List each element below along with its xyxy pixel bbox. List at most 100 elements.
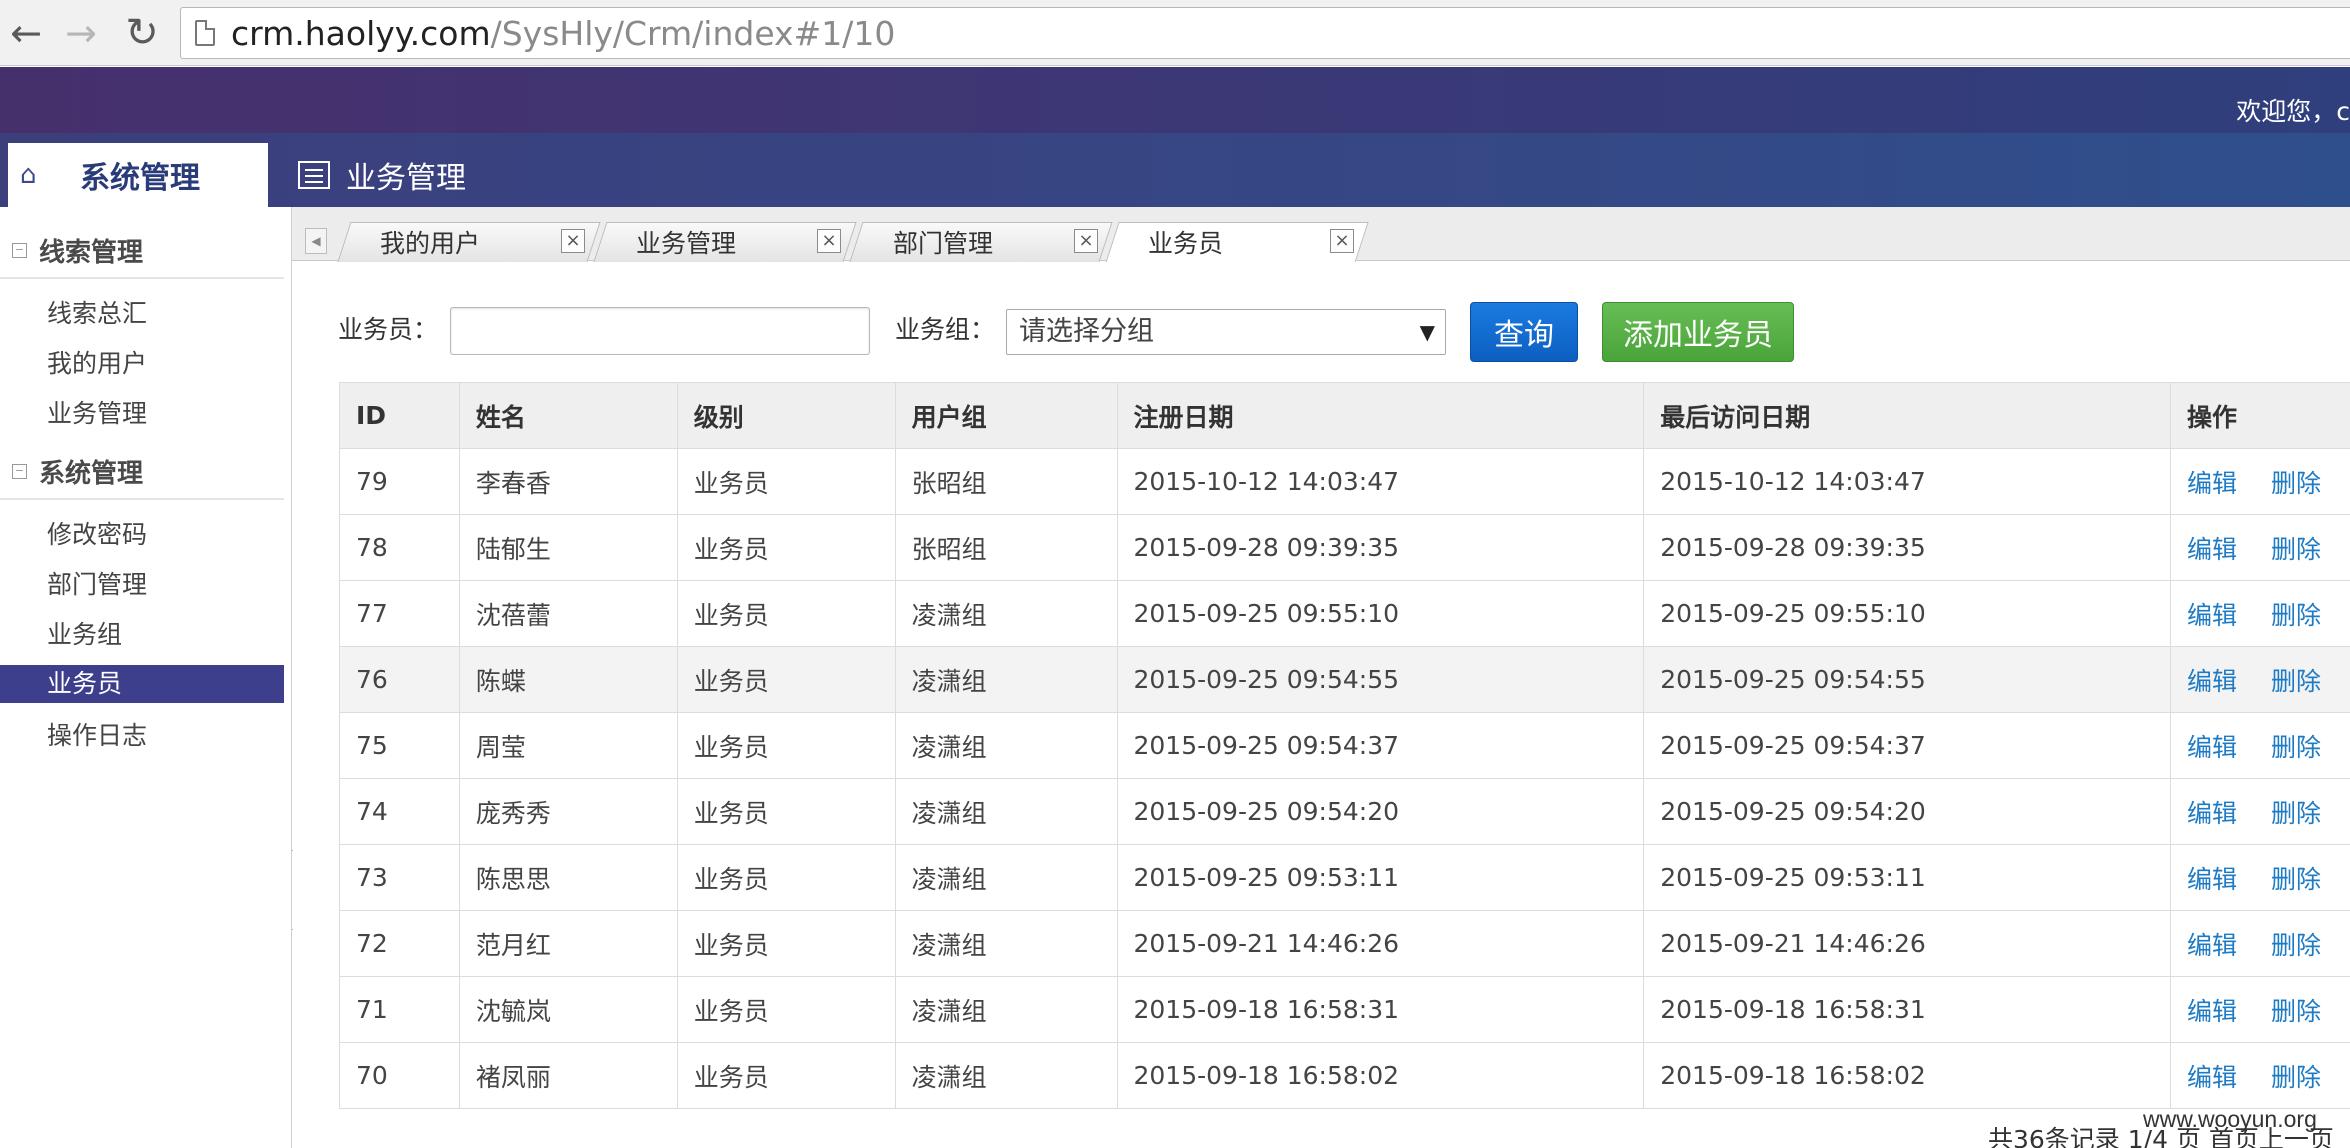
collapse-icon[interactable]: − bbox=[12, 242, 27, 258]
table-cell: 2015-09-25 09:55:10 bbox=[1116, 580, 1645, 647]
table-cell: 业务员 bbox=[676, 712, 896, 779]
collapse-icon[interactable]: − bbox=[12, 463, 27, 479]
delete-link[interactable]: 删除 bbox=[2271, 799, 2321, 828]
delete-link[interactable]: 删除 bbox=[2271, 667, 2321, 696]
table-cell: 陈蝶 bbox=[458, 646, 678, 713]
column-header[interactable]: 用户组 bbox=[894, 382, 1118, 449]
back-arrow-icon[interactable]: ← bbox=[2, 9, 50, 57]
reload-icon[interactable]: ↻ bbox=[118, 9, 166, 57]
query-button[interactable]: 查询 bbox=[1470, 302, 1578, 362]
column-header[interactable]: 姓名 bbox=[458, 382, 678, 449]
actions-cell: 编辑 删除 bbox=[2169, 646, 2350, 713]
list-icon bbox=[298, 161, 330, 189]
sidebar-item-lead-summary[interactable]: 线索总汇 bbox=[0, 295, 284, 333]
column-header[interactable]: 最后访问日期 bbox=[1643, 382, 2171, 449]
table-cell: 2015-09-21 14:46:26 bbox=[1116, 910, 1645, 977]
sidebar-item-salesman[interactable]: 业务员 bbox=[0, 665, 284, 703]
table-cell: 周莹 bbox=[458, 712, 678, 779]
table-cell: 74 bbox=[339, 778, 460, 845]
edit-link[interactable]: 编辑 bbox=[2187, 1063, 2237, 1092]
table-cell: 78 bbox=[339, 514, 460, 581]
table-cell: 2015-09-25 09:54:55 bbox=[1643, 646, 2171, 713]
delete-link[interactable]: 删除 bbox=[2271, 1063, 2321, 1092]
delete-link[interactable]: 删除 bbox=[2271, 931, 2321, 960]
close-icon[interactable]: × bbox=[561, 229, 585, 253]
sidebar-item-business-mgmt[interactable]: 业务管理 bbox=[0, 395, 284, 433]
salesman-input[interactable] bbox=[450, 307, 870, 355]
edit-link[interactable]: 编辑 bbox=[2187, 865, 2237, 894]
page-icon bbox=[195, 20, 215, 46]
address-bar[interactable]: crm.haolyy.com/SysHly/Crm/index#1/10 bbox=[180, 7, 2350, 59]
sidebar-item-business-group[interactable]: 业务组 bbox=[0, 616, 284, 654]
table-row[interactable]: 75 周莹 业务员 凌潇组 2015-09-25 09:54:37 2015-09-25 … bbox=[339, 712, 2350, 779]
app-header bbox=[0, 67, 2350, 133]
table-cell: 业务员 bbox=[676, 976, 896, 1043]
sidebar-section-leads[interactable]: − 线索管理 bbox=[0, 223, 284, 279]
add-salesman-button[interactable]: 添加业务员 bbox=[1602, 302, 1794, 362]
table-row[interactable]: 71 沈毓岚 业务员 凌潇组 2015-09-18 16:58:31 2015-09-18… bbox=[339, 976, 2350, 1043]
edit-link[interactable]: 编辑 bbox=[2187, 601, 2237, 630]
sidebar-item-change-password[interactable]: 修改密码 bbox=[0, 516, 284, 554]
delete-link[interactable]: 删除 bbox=[2271, 865, 2321, 894]
table-cell: 2015-09-25 09:54:37 bbox=[1643, 712, 2171, 779]
edit-link[interactable]: 编辑 bbox=[2187, 931, 2237, 960]
table-row[interactable]: 78 陆郁生 业务员 张昭组 2015-09-28 09:39:35 2015-09-28… bbox=[339, 514, 2350, 581]
column-header[interactable]: 注册日期 bbox=[1116, 382, 1645, 449]
sidebar-section-system[interactable]: − 系统管理 bbox=[0, 444, 284, 500]
sidebar-item-department-mgmt[interactable]: 部门管理 bbox=[0, 566, 284, 604]
column-header[interactable]: ID bbox=[339, 382, 460, 449]
table-cell: 凌潇组 bbox=[894, 910, 1118, 977]
table-row[interactable]: 74 庞秀秀 业务员 凌潇组 2015-09-25 09:54:20 2015-09-25… bbox=[339, 778, 2350, 845]
table-cell: 79 bbox=[339, 448, 460, 515]
table-row[interactable]: 77 沈蓓蕾 业务员 凌潇组 2015-09-25 09:55:10 2015-09-25… bbox=[339, 580, 2350, 647]
table-cell: 2015-09-25 09:53:11 bbox=[1116, 844, 1645, 911]
table-cell: 凌潇组 bbox=[894, 976, 1118, 1043]
table-cell: 2015-09-25 09:54:20 bbox=[1643, 778, 2171, 845]
table-cell: 2015-09-25 09:54:55 bbox=[1116, 646, 1645, 713]
close-icon[interactable]: × bbox=[1074, 229, 1098, 253]
module-tab-business[interactable]: 业务管理 bbox=[298, 150, 466, 200]
group-select[interactable]: 请选择分组 ▼ bbox=[1006, 309, 1446, 355]
table-row[interactable]: 70 褚凤丽 业务员 凌潇组 2015-09-18 16:58:02 2015-09-18… bbox=[339, 1042, 2350, 1109]
table-row[interactable]: 76 陈蝶 业务员 凌潇组 2015-09-25 09:54:55 2015-09-25 … bbox=[339, 646, 2350, 713]
module-tab-system[interactable]: ⌂ 系统管理 bbox=[8, 143, 268, 207]
table-cell: 2015-09-28 09:39:35 bbox=[1116, 514, 1645, 581]
delete-link[interactable]: 删除 bbox=[2271, 733, 2321, 762]
edit-link[interactable]: 编辑 bbox=[2187, 667, 2237, 696]
close-icon[interactable]: × bbox=[817, 229, 841, 253]
table-body: 79 李春香 业务员 张昭组 2015-10-12 14:03:47 2015-10-12… bbox=[339, 448, 2350, 1109]
delete-link[interactable]: 删除 bbox=[2271, 535, 2321, 564]
edit-link[interactable]: 编辑 bbox=[2187, 469, 2237, 498]
group-select-value: 请选择分组 bbox=[1019, 316, 1154, 347]
tab-scroll-left-icon[interactable]: ◀ bbox=[305, 228, 327, 254]
table-cell: 77 bbox=[339, 580, 460, 647]
edit-link[interactable]: 编辑 bbox=[2187, 997, 2237, 1026]
table-cell: 2015-09-25 09:54:37 bbox=[1116, 712, 1645, 779]
watermark: www.wooyun.org bbox=[2143, 1106, 2317, 1132]
edit-link[interactable]: 编辑 bbox=[2187, 733, 2237, 762]
table-cell: 2015-09-25 09:55:10 bbox=[1643, 580, 2171, 647]
url-host: crm.haolyy.com bbox=[231, 13, 491, 53]
column-header[interactable]: 级别 bbox=[676, 382, 896, 449]
actions-cell: 编辑 删除 bbox=[2169, 514, 2350, 581]
table-cell: 2015-10-12 14:03:47 bbox=[1116, 448, 1645, 515]
table-cell: 褚凤丽 bbox=[458, 1042, 678, 1109]
forward-arrow-icon[interactable]: → bbox=[57, 9, 105, 57]
table-row[interactable]: 79 李春香 业务员 张昭组 2015-10-12 14:03:47 2015-10-12… bbox=[339, 448, 2350, 515]
edit-link[interactable]: 编辑 bbox=[2187, 799, 2237, 828]
actions-cell: 编辑 删除 bbox=[2169, 778, 2350, 845]
delete-link[interactable]: 删除 bbox=[2271, 997, 2321, 1026]
table-row[interactable]: 73 陈思思 业务员 凌潇组 2015-09-25 09:53:11 2015-09-25… bbox=[339, 844, 2350, 911]
actions-cell: 编辑 删除 bbox=[2169, 580, 2350, 647]
close-icon[interactable]: × bbox=[1330, 229, 1354, 253]
delete-link[interactable]: 删除 bbox=[2271, 601, 2321, 630]
sidebar-item-operation-log[interactable]: 操作日志 bbox=[0, 717, 284, 755]
dropdown-arrow-icon: ▼ bbox=[1419, 320, 1435, 344]
actions-cell: 编辑 删除 bbox=[2169, 1042, 2350, 1109]
table-row[interactable]: 72 范月红 业务员 凌潇组 2015-09-21 14:46:26 2015-09-21… bbox=[339, 910, 2350, 977]
delete-link[interactable]: 删除 bbox=[2271, 469, 2321, 498]
edit-link[interactable]: 编辑 bbox=[2187, 535, 2237, 564]
tab-label: 我的用户 bbox=[380, 229, 481, 258]
actions-cell: 编辑 删除 bbox=[2169, 910, 2350, 977]
sidebar-item-my-users[interactable]: 我的用户 bbox=[0, 345, 284, 383]
